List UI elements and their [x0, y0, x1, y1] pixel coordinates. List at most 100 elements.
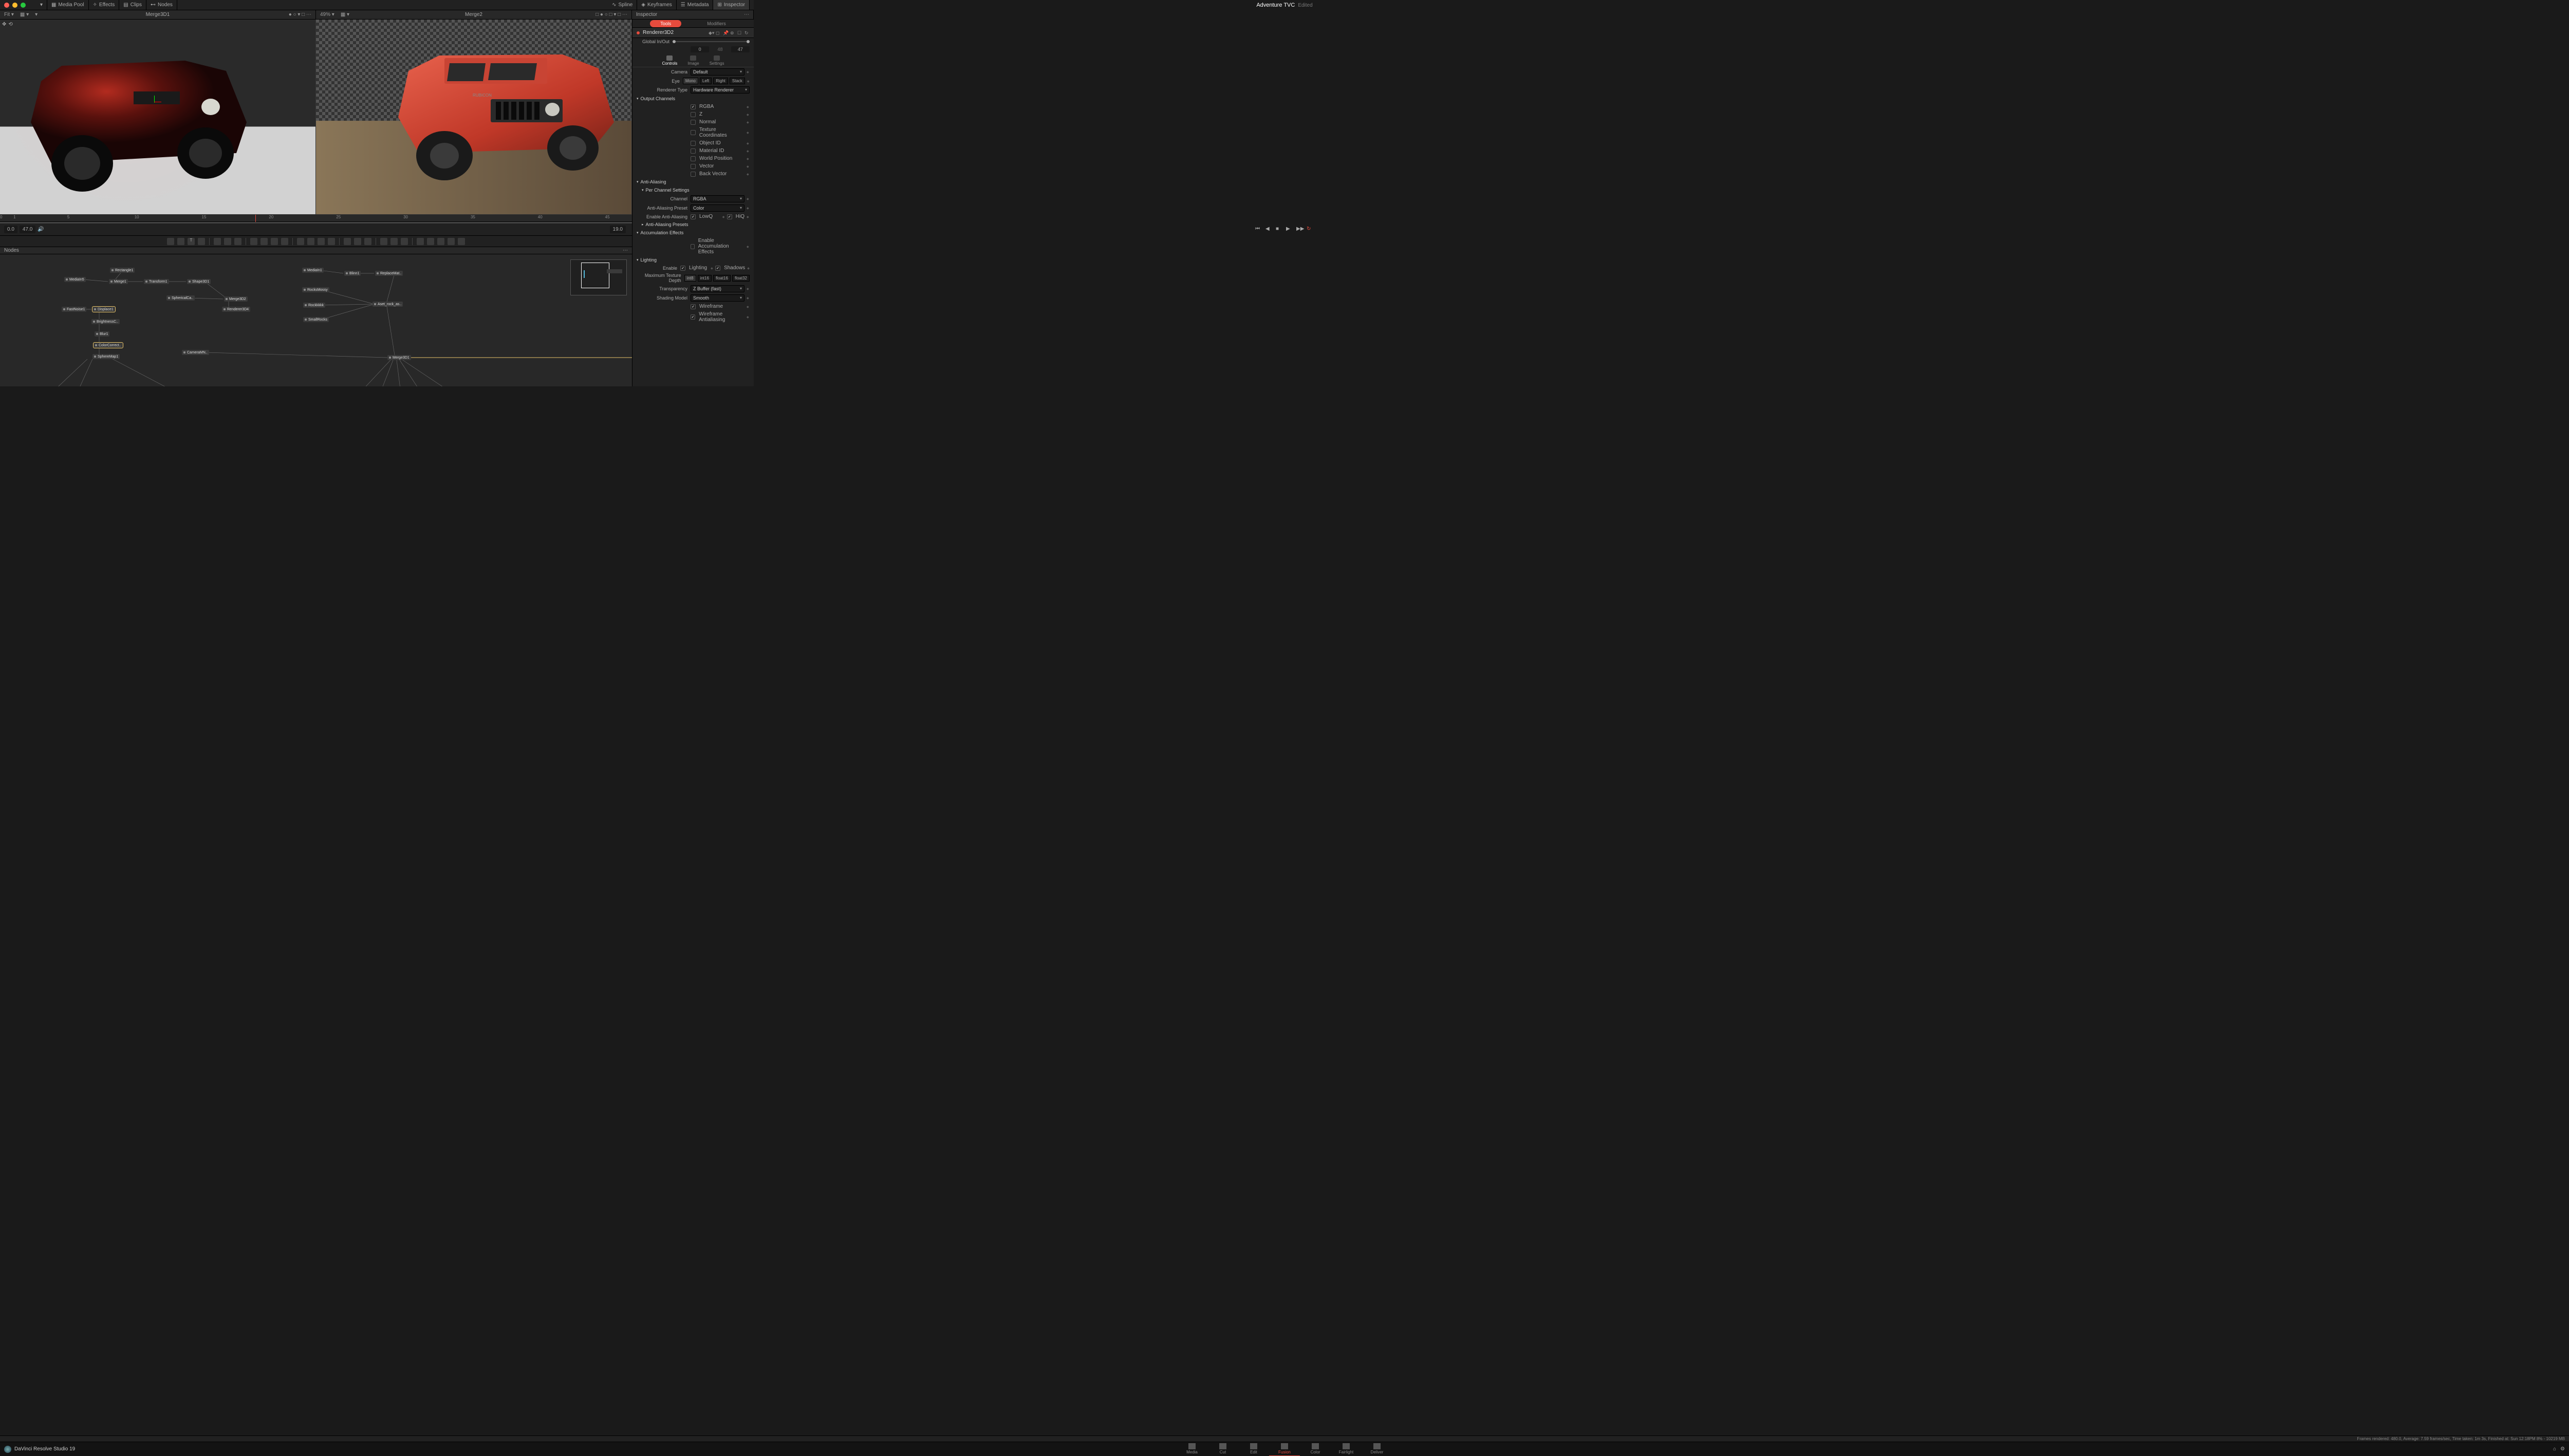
nodes-graph[interactable]: MediaIn5Rectangle1Merge1Transform1Shape3… — [0, 254, 632, 386]
first-frame-button[interactable]: ⏮ — [1255, 226, 1262, 233]
oc-check-8[interactable] — [691, 172, 696, 177]
tool-blur[interactable] — [234, 238, 241, 245]
maximize-icon[interactable] — [21, 3, 26, 8]
shadows-check[interactable] — [715, 266, 720, 271]
tool-m3[interactable] — [401, 238, 408, 245]
nodes-button[interactable]: ⊷Nodes — [146, 0, 177, 10]
view-layout-btn-r[interactable]: ▦ ▾ — [339, 12, 351, 17]
timeline-ruler[interactable]: 0151015202530354045 — [0, 215, 632, 222]
tool-p4[interactable] — [448, 238, 455, 245]
node-Renderer3D4[interactable]: Renderer3D4 — [222, 307, 250, 312]
window-controls[interactable] — [4, 3, 26, 8]
tool-matte2[interactable] — [307, 238, 314, 245]
renderer-type-dropdown[interactable]: Hardware Renderer — [691, 86, 750, 94]
page-fusion[interactable]: Fusion — [1269, 1442, 1300, 1456]
audio-icon[interactable]: 🔊 — [38, 227, 44, 232]
texdepth-buttons[interactable]: int8int16float16float32 — [684, 275, 750, 282]
node-Blur1[interactable]: Blur1 — [95, 331, 109, 337]
accumulation-section[interactable]: Accumulation Effects — [632, 229, 754, 237]
oc-check-7[interactable] — [691, 164, 696, 169]
tool-mask4[interactable] — [281, 238, 288, 245]
spline-button[interactable]: ∿Spline — [608, 0, 637, 10]
node-BrightnessC[interactable]: BrightnessC.. — [91, 319, 120, 324]
keyframes-button[interactable]: ◈Keyframes — [637, 0, 677, 10]
viewer-left[interactable]: ✥⟲ — [0, 20, 316, 214]
viewer-icons[interactable]: ● ○ ▾ □ ⋯ — [287, 12, 313, 17]
loop-button[interactable]: ↻ — [1307, 226, 1314, 233]
nodes-options[interactable]: ⋯ — [623, 248, 628, 253]
insp-chevron-icon[interactable]: ◆▾ — [709, 30, 714, 35]
keyframe-icon[interactable]: ◆ — [747, 165, 750, 168]
close-icon[interactable] — [4, 3, 9, 8]
oc-check-6[interactable] — [691, 156, 696, 161]
move-tool-icon[interactable]: ✥ — [2, 22, 6, 27]
lowq-check[interactable] — [691, 214, 696, 219]
node-ColorCorrect[interactable]: ColorCorrect.. — [94, 343, 123, 348]
keyframe-icon[interactable]: ◆ — [747, 121, 750, 124]
aa-presets-section[interactable]: Anti-Aliasing Presets — [632, 220, 754, 229]
playhead[interactable] — [255, 215, 256, 222]
node-MediaIn5[interactable]: MediaIn5 — [64, 277, 86, 282]
lighting-section[interactable]: Lighting — [632, 256, 754, 264]
oc-check-0[interactable] — [691, 104, 696, 109]
hiq-check[interactable] — [727, 214, 732, 219]
step-forward-button[interactable]: ▶▶ — [1296, 226, 1304, 233]
tab-tools[interactable]: Tools — [650, 20, 681, 27]
oc-check-2[interactable] — [691, 120, 696, 125]
node-Merge3D2[interactable]: Merge3D2 — [224, 296, 248, 302]
tool-mask3[interactable] — [271, 238, 278, 245]
viewer-right[interactable]: RUBICON — [316, 20, 632, 214]
page-fairlight[interactable]: Fairlight — [1331, 1442, 1362, 1456]
tool-3d1[interactable] — [344, 238, 351, 245]
oc-check-3[interactable] — [691, 130, 696, 135]
inspector-options[interactable]: ⋯ — [742, 12, 751, 17]
inspector-button[interactable]: ⊞Inspector — [713, 0, 750, 10]
page-media[interactable]: Media — [1177, 1442, 1207, 1456]
tool-m1[interactable] — [380, 238, 387, 245]
tab-controls[interactable]: Controls — [662, 55, 678, 66]
current-frame[interactable]: 19.0 — [610, 226, 626, 233]
tool-mask1[interactable] — [250, 238, 257, 245]
out-value[interactable]: 47 — [731, 46, 750, 52]
node-RocksMossy[interactable]: RocksMossy — [302, 287, 329, 292]
insp-pin2-icon[interactable]: 📌 — [723, 30, 728, 35]
keyframe-icon[interactable]: ◆ — [747, 131, 750, 134]
aa-preset-dropdown[interactable]: Color — [691, 204, 744, 212]
node-navigator[interactable] — [570, 259, 627, 295]
wireframe-aa-check[interactable] — [691, 314, 695, 320]
tool-mask2[interactable] — [260, 238, 268, 245]
transparency-dropdown[interactable]: Z Buffer (fast) — [691, 285, 744, 292]
keyframe-icon[interactable]: ◆ — [747, 150, 750, 153]
page-edit[interactable]: Edit — [1238, 1442, 1269, 1456]
accum-check[interactable] — [691, 244, 695, 249]
node-Rectangle1[interactable]: Rectangle1 — [110, 268, 135, 273]
node-Blinn1[interactable]: Blinn1 — [344, 271, 361, 276]
node-SmallRocks[interactable]: SmallRocks — [303, 317, 329, 322]
transform-gizmo-icon[interactable] — [149, 102, 159, 112]
node-Aset_rock_as[interactable]: Aset_rock_as.. — [373, 302, 403, 307]
aa-channel-dropdown[interactable]: RGBA — [691, 195, 744, 202]
in-value[interactable]: 0 — [691, 46, 709, 52]
keyframe-icon[interactable]: ◆ — [747, 173, 750, 176]
step-back-button[interactable]: ◀ — [1265, 226, 1273, 233]
anti-aliasing-section[interactable]: Anti-Aliasing — [632, 178, 754, 186]
output-channels-section[interactable]: Output Channels — [632, 95, 754, 103]
view-options-btn[interactable]: ▾ — [33, 12, 40, 17]
node-FastNoise1[interactable]: FastNoise1 — [62, 307, 86, 312]
tool-matte3[interactable] — [318, 238, 325, 245]
lighting-check[interactable] — [680, 266, 685, 271]
tool-m2[interactable] — [390, 238, 398, 245]
viewer-icons-r[interactable]: □ ● ○ □ ▾ □ ⋯ — [593, 12, 629, 17]
eye-buttons[interactable]: MonoLeftRightStack — [683, 78, 745, 84]
zoom-dropdown[interactable]: 49% ▾ — [318, 12, 337, 17]
node-Merge3D1[interactable]: Merge3D1 — [387, 355, 411, 360]
node-Displace1[interactable]: Displace1 — [92, 307, 115, 312]
tool-text[interactable]: T — [188, 238, 195, 245]
page-cut[interactable]: Cut — [1207, 1442, 1238, 1456]
tool-p1[interactable] — [417, 238, 424, 245]
minimize-icon[interactable] — [12, 3, 17, 8]
in-point[interactable]: 0.0 — [4, 226, 17, 233]
tool-fn[interactable] — [177, 238, 184, 245]
node-SphereMap1[interactable]: SphereMap1 — [92, 354, 120, 359]
oc-check-1[interactable] — [691, 112, 696, 117]
